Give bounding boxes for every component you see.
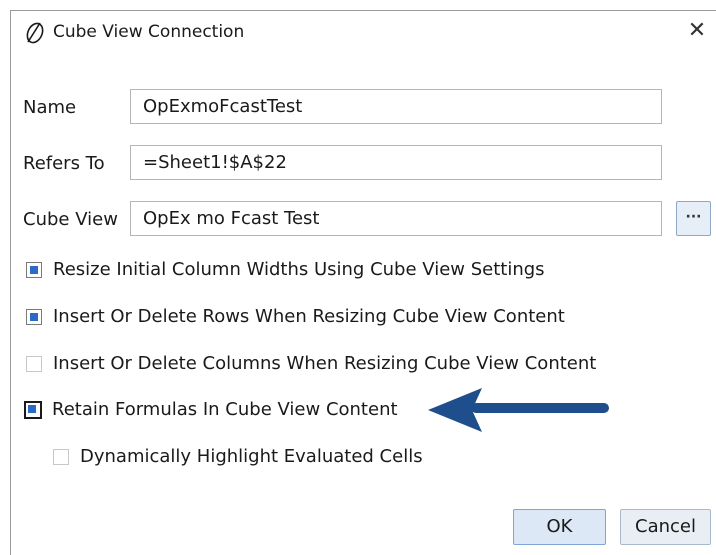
cube-view-field[interactable] (130, 201, 662, 236)
cube-view-label: Cube View (23, 209, 118, 230)
insert-delete-rows-label: Insert Or Delete Rows When Resizing Cube… (53, 306, 565, 327)
insert-delete-columns-option[interactable]: Insert Or Delete Columns When Resizing C… (26, 353, 596, 374)
highlight-evaluated-cells-checkbox[interactable] (53, 448, 69, 465)
left-arrow-icon (428, 388, 609, 432)
refers-to-field[interactable] (130, 145, 662, 180)
retain-formulas-option[interactable]: Retain Formulas In Cube View Content (24, 399, 398, 420)
dialog-title: Cube View Connection (53, 22, 245, 42)
ok-button[interactable]: OK (513, 509, 606, 545)
insert-delete-columns-label: Insert Or Delete Columns When Resizing C… (53, 353, 597, 374)
insert-delete-rows-option[interactable]: Insert Or Delete Rows When Resizing Cube… (26, 306, 565, 327)
insert-delete-rows-checkbox[interactable] (26, 308, 42, 325)
browse-cube-view-button[interactable]: ··· (676, 201, 711, 236)
name-field[interactable] (130, 89, 662, 124)
resize-column-widths-option[interactable]: Resize Initial Column Widths Using Cube … (26, 259, 545, 280)
onestream-logo-icon (26, 22, 44, 44)
highlight-evaluated-cells-option[interactable]: Dynamically Highlight Evaluated Cells (53, 446, 423, 467)
cancel-button[interactable]: Cancel (620, 509, 711, 545)
highlight-evaluated-cells-label: Dynamically Highlight Evaluated Cells (80, 446, 423, 467)
name-label: Name (23, 97, 77, 118)
retain-formulas-checkbox[interactable] (24, 400, 42, 419)
close-button[interactable]: ✕ (683, 17, 711, 45)
retain-formulas-label: Retain Formulas In Cube View Content (52, 399, 398, 420)
resize-column-widths-label: Resize Initial Column Widths Using Cube … (53, 259, 545, 280)
insert-delete-columns-checkbox[interactable] (26, 355, 42, 372)
refers-to-label: Refers To (23, 153, 105, 174)
resize-column-widths-checkbox[interactable] (26, 261, 42, 278)
